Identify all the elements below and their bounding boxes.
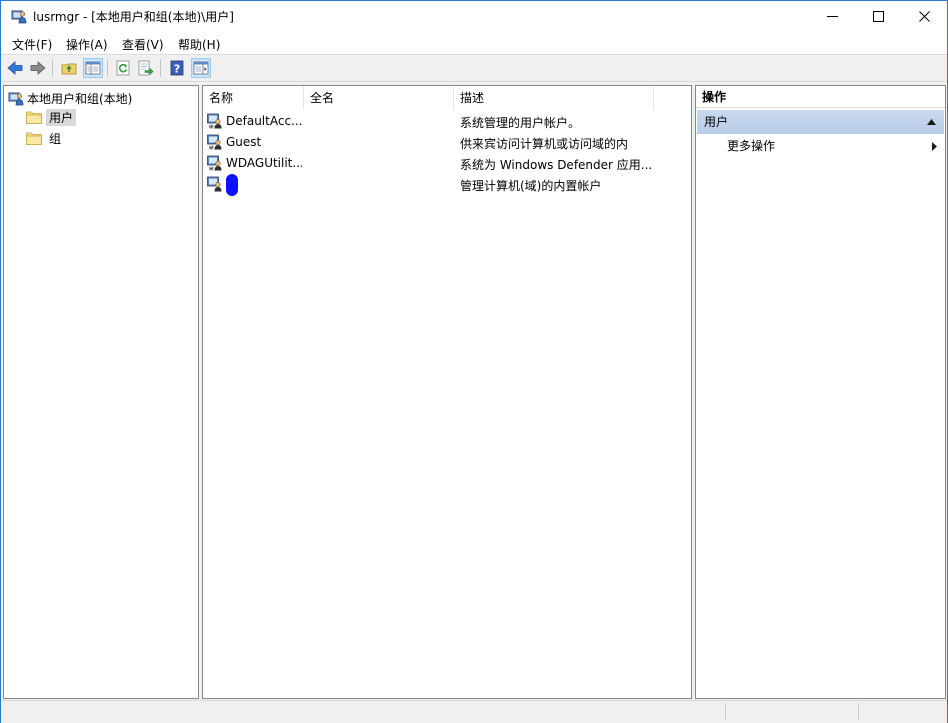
action-more-actions-label: 更多操作 [727,139,776,153]
column-header-fullname[interactable]: 全名 [304,86,454,110]
collapse-up-icon [927,119,936,125]
users-computer-icon [8,92,24,106]
export-list-icon [138,60,154,76]
tree-item-label: 组 [49,131,62,146]
submenu-arrow-icon [932,142,937,151]
menu-bar: 文件(F) 操作(A) 查看(V) 帮助(H) [1,32,947,55]
user-name-cell: Guest [226,135,262,149]
help-icon: ? [170,60,184,76]
console-tree-pane: 本地用户和组(本地) 用户 组 [3,85,199,699]
show-hide-action-pane-button[interactable] [191,58,211,78]
back-arrow-icon [7,61,23,75]
export-list-button[interactable] [136,58,156,78]
actions-section-label: 用户 [704,115,729,129]
up-one-level-button[interactable] [59,58,79,78]
status-segment [725,703,726,720]
table-row[interactable]: DefaultAcc... 系统管理的用户帐户。 [203,111,689,132]
users-list-pane: 名称 全名 描述 DefaultAcc... 系统管理的用户帐户。 Guest … [202,85,692,699]
table-row[interactable]: Guest 供来宾访问计算机或访问域的内 [203,132,689,153]
folder-icon [26,132,42,145]
folder-icon [26,111,42,124]
window-title: lusrmgr - [本地用户和组(本地)\用户] [33,10,234,24]
menu-view[interactable]: 查看(V) [122,36,164,53]
menu-help[interactable]: 帮助(H) [178,36,220,53]
user-name-cell: DefaultAcc... [226,114,302,128]
table-row[interactable]: 管理计算机(域)的内置帐户 [203,174,689,196]
refresh-icon [116,60,130,76]
maximize-icon [872,11,884,22]
user-account-icon [207,113,222,129]
help-button[interactable]: ? [167,58,187,78]
status-bar [1,700,947,723]
show-action-pane-icon [193,61,209,75]
maximize-button[interactable] [855,1,901,32]
actions-pane-title: 操作 [696,86,945,108]
user-account-icon [207,155,222,171]
refresh-button[interactable] [113,58,133,78]
column-header-description[interactable]: 描述 [454,86,654,110]
tree-item-groups[interactable]: 组 [26,129,64,147]
tree-root-label: 本地用户和组(本地) [27,91,133,106]
tree-item-users[interactable]: 用户 [26,108,77,126]
user-description-cell: 系统为 Windows Defender 应用... [460,158,653,172]
action-more-actions[interactable]: 更多操作 [727,136,775,156]
redacted-name-mark [226,174,238,196]
menu-action[interactable]: 操作(A) [66,36,108,53]
toolbar: ? [1,55,947,82]
svg-text:?: ? [174,63,180,76]
users-computer-icon [11,10,27,24]
minimize-button[interactable] [809,1,855,32]
minimize-icon [826,16,838,17]
tree-root-local-users-groups[interactable]: 本地用户和组(本地) [8,89,133,107]
show-hide-tree-button[interactable] [83,58,103,78]
forward-arrow-icon [30,61,46,75]
table-row[interactable]: WDAGUtilit... 系统为 Windows Defender 应用... [203,153,689,174]
actions-pane: 操作 用户 更多操作 [695,85,946,699]
user-description-cell: 供来宾访问计算机或访问域的内 [460,137,629,151]
close-button[interactable] [901,1,947,32]
status-segment [858,703,859,720]
forward-button[interactable] [28,58,48,78]
actions-section-users[interactable]: 用户 [697,110,944,134]
lusrmgr-window: lusrmgr - [本地用户和组(本地)\用户] 文件(F) 操作(A) 查看… [0,0,948,723]
user-account-icon [207,176,222,192]
toolbar-separator [160,59,161,77]
show-tree-icon [85,61,101,75]
tree-item-label: 用户 [46,108,77,126]
toolbar-separator [107,59,108,77]
up-folder-icon [61,63,77,75]
user-description-cell: 系统管理的用户帐户。 [460,116,581,130]
user-description-cell: 管理计算机(域)的内置帐户 [460,179,602,193]
user-name-cell: WDAGUtilit... [226,156,302,170]
user-account-icon [207,134,222,150]
back-button[interactable] [5,58,25,78]
title-bar[interactable]: lusrmgr - [本地用户和组(本地)\用户] [1,1,947,32]
close-icon [918,11,930,22]
toolbar-separator [52,59,53,77]
column-header-name[interactable]: 名称 [203,86,304,110]
menu-file[interactable]: 文件(F) [12,36,52,53]
